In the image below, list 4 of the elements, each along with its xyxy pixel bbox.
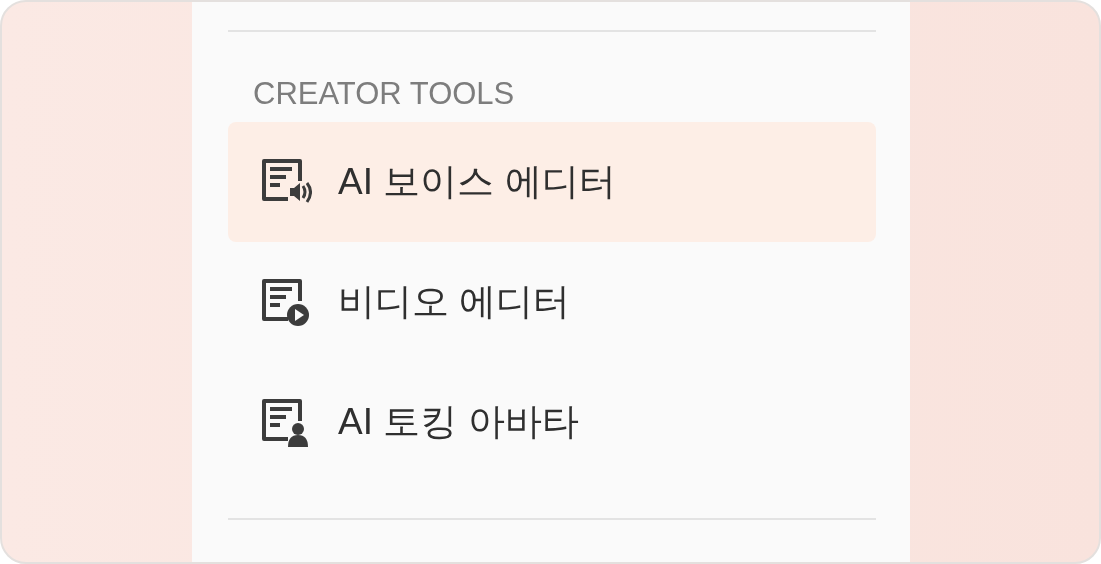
menu-item[interactable]: AI 보이스 에디터 (228, 122, 876, 242)
menu-item[interactable]: 비디오 에디터 (228, 242, 876, 362)
menu-item[interactable]: AI 토킹 아바타 (228, 362, 876, 482)
section-heading: CREATOR TOOLS (253, 76, 516, 113)
